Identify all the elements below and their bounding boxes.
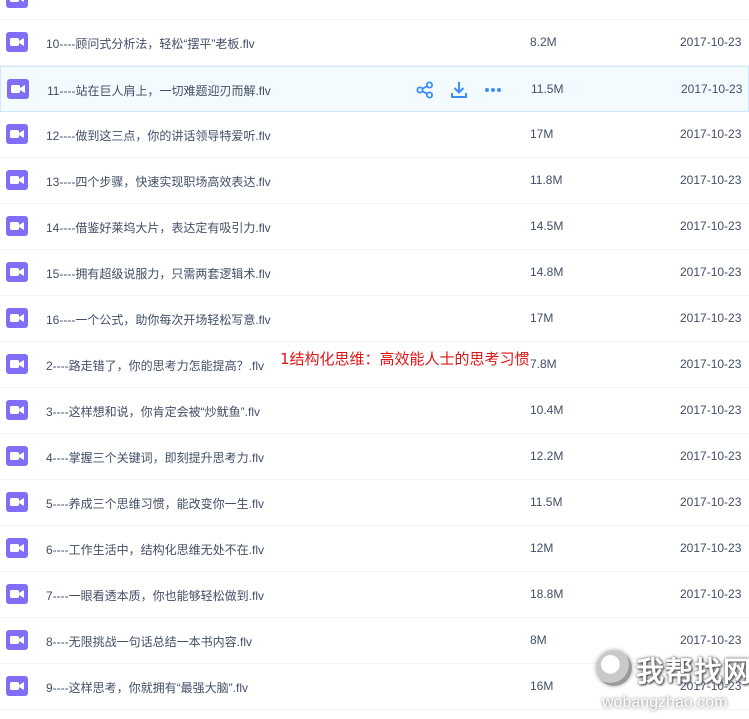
file-date: 2017-10-23	[680, 495, 742, 509]
file-name[interactable]: 3----这样想和说，你肯定会被“炒鱿鱼”.flv	[46, 403, 260, 420]
video-file-icon	[7, 79, 29, 99]
file-date: 2017-10-23	[680, 35, 742, 49]
file-name[interactable]: 8----无限挑战一句话总结一本书内容.flv	[46, 633, 252, 650]
file-row[interactable]: 16----一个公式，助你每次开场轻松写意.flv 17M 2017-10-23	[0, 296, 749, 342]
video-file-icon	[6, 492, 28, 512]
video-file-icon	[6, 124, 28, 144]
video-file-icon	[6, 676, 28, 696]
file-row[interactable]: 15----拥有超级说服力，只需两套逻辑术.flv 14.8M 2017-10-23	[0, 250, 749, 296]
file-row[interactable]: 5----养成三个思维习惯，能改变你一生.flv 11.5M 2017-10-23	[0, 480, 749, 526]
file-row[interactable]: 10----顾问式分析法，轻松“摆平”老板.flv 8.2M 2017-10-23	[0, 20, 749, 66]
file-date: 2017-10-23	[680, 403, 742, 417]
file-size: 10.4M	[530, 403, 564, 417]
file-row[interactable]	[0, 0, 749, 20]
file-size: 12.2M	[530, 449, 564, 463]
file-name[interactable]: 7----一眼看透本质，你也能够轻松做到.flv	[46, 587, 264, 604]
video-file-icon	[6, 354, 28, 374]
download-icon[interactable]	[448, 79, 470, 101]
file-name[interactable]: 14----借鉴好莱坞大片，表达定有吸引力.flv	[46, 219, 271, 236]
file-name[interactable]: 13----四个步骤，快速实现职场高效表达.flv	[46, 173, 271, 190]
video-file-icon	[6, 32, 28, 52]
file-date: 2017-10-23	[680, 357, 742, 371]
file-size: 11.5M	[530, 495, 563, 509]
file-name[interactable]: 5----养成三个思维习惯，能改变你一生.flv	[46, 495, 264, 512]
file-name[interactable]: 16----一个公式，助你每次开场轻松写意.flv	[46, 311, 271, 328]
file-size: 14.5M	[530, 219, 564, 233]
file-row[interactable]: 11----站在巨人肩上，一切难题迎刃而解.flv 11.5M 2017-10-23	[0, 66, 749, 112]
file-name[interactable]: 15----拥有超级说服力，只需两套逻辑术.flv	[46, 265, 271, 282]
watermark-title: 我帮找网	[636, 655, 749, 688]
video-file-icon	[6, 170, 28, 190]
watermark: 我帮找网 wobangzhao.com	[592, 648, 749, 719]
file-date: 2017-10-23	[680, 587, 742, 601]
file-size: 17M	[530, 127, 554, 141]
file-row[interactable]: 12----做到这三点，你的讲话领导特爱听.flv 17M 2017-10-23	[0, 112, 749, 158]
video-file-icon	[6, 308, 28, 328]
file-name[interactable]: 4----掌握三个关键词，即刻提升思考力.flv	[46, 449, 264, 466]
file-date: 2017-10-23	[680, 265, 742, 279]
file-name[interactable]: 12----做到这三点，你的讲话领导特爱听.flv	[46, 127, 271, 144]
file-row[interactable]: 3----这样想和说，你肯定会被“炒鱿鱼”.flv 10.4M 2017-10-23	[0, 388, 749, 434]
more-icon[interactable]	[482, 79, 504, 101]
file-date: 2017-10-23	[681, 82, 743, 96]
file-size: 14.8M	[530, 265, 564, 279]
file-row[interactable]: 13----四个步骤，快速实现职场高效表达.flv 11.8M 2017-10-23	[0, 158, 749, 204]
video-file-icon	[6, 584, 28, 604]
share-icon[interactable]	[414, 79, 436, 101]
video-file-icon	[6, 446, 28, 466]
video-file-icon	[6, 630, 28, 650]
video-file-icon	[6, 0, 28, 8]
file-row[interactable]: 14----借鉴好莱坞大片，表达定有吸引力.flv 14.5M 2017-10-23	[0, 204, 749, 250]
file-row[interactable]: 6----工作生活中，结构化思维无处不在.flv 12M 2017-10-23	[0, 526, 749, 572]
file-size: 11.8M	[530, 173, 563, 187]
file-name[interactable]: 6----工作生活中，结构化思维无处不在.flv	[46, 541, 264, 558]
file-size: 7.8M	[530, 357, 557, 371]
file-date: 2017-10-23	[680, 633, 742, 647]
file-size: 17M	[530, 311, 554, 325]
file-row[interactable]: 7----一眼看透本质，你也能够轻松做到.flv 18.8M 2017-10-23	[0, 572, 749, 618]
file-size: 8.2M	[530, 35, 557, 49]
file-date: 2017-10-23	[680, 449, 742, 463]
video-file-icon	[6, 538, 28, 558]
file-size: 16M	[530, 679, 554, 693]
video-file-icon	[6, 216, 28, 236]
file-name[interactable]: 11----站在巨人肩上，一切难题迎刃而解.flv	[47, 82, 271, 99]
file-size: 11.5M	[531, 82, 564, 96]
file-row[interactable]: 4----掌握三个关键词，即刻提升思考力.flv 12.2M 2017-10-23	[0, 434, 749, 480]
file-date: 2017-10-23	[680, 311, 742, 325]
file-date: 2017-10-23	[680, 127, 742, 141]
file-size: 18.8M	[530, 587, 564, 601]
video-file-icon	[6, 400, 28, 420]
video-file-icon	[6, 262, 28, 282]
file-name[interactable]: 9----这样思考，你就拥有“最强大脑”.flv	[46, 679, 248, 696]
file-date: 2017-10-23	[680, 173, 742, 187]
row-actions	[414, 79, 504, 101]
file-size: 12M	[530, 541, 554, 555]
watermark-subtitle: wobangzhao.com	[602, 694, 728, 711]
file-date: 2017-10-23	[680, 219, 742, 233]
file-name[interactable]: 2----路走错了，你的思考力怎能提高？.flv	[46, 357, 264, 374]
file-name[interactable]: 10----顾问式分析法，轻松“摆平”老板.flv	[46, 35, 255, 52]
file-date: 2017-10-23	[680, 541, 742, 555]
file-size: 8M	[530, 633, 547, 647]
overlay-caption: 1结构化思维：高效能人士的思考习惯	[280, 350, 530, 368]
magnifier-logo-icon	[596, 650, 632, 686]
